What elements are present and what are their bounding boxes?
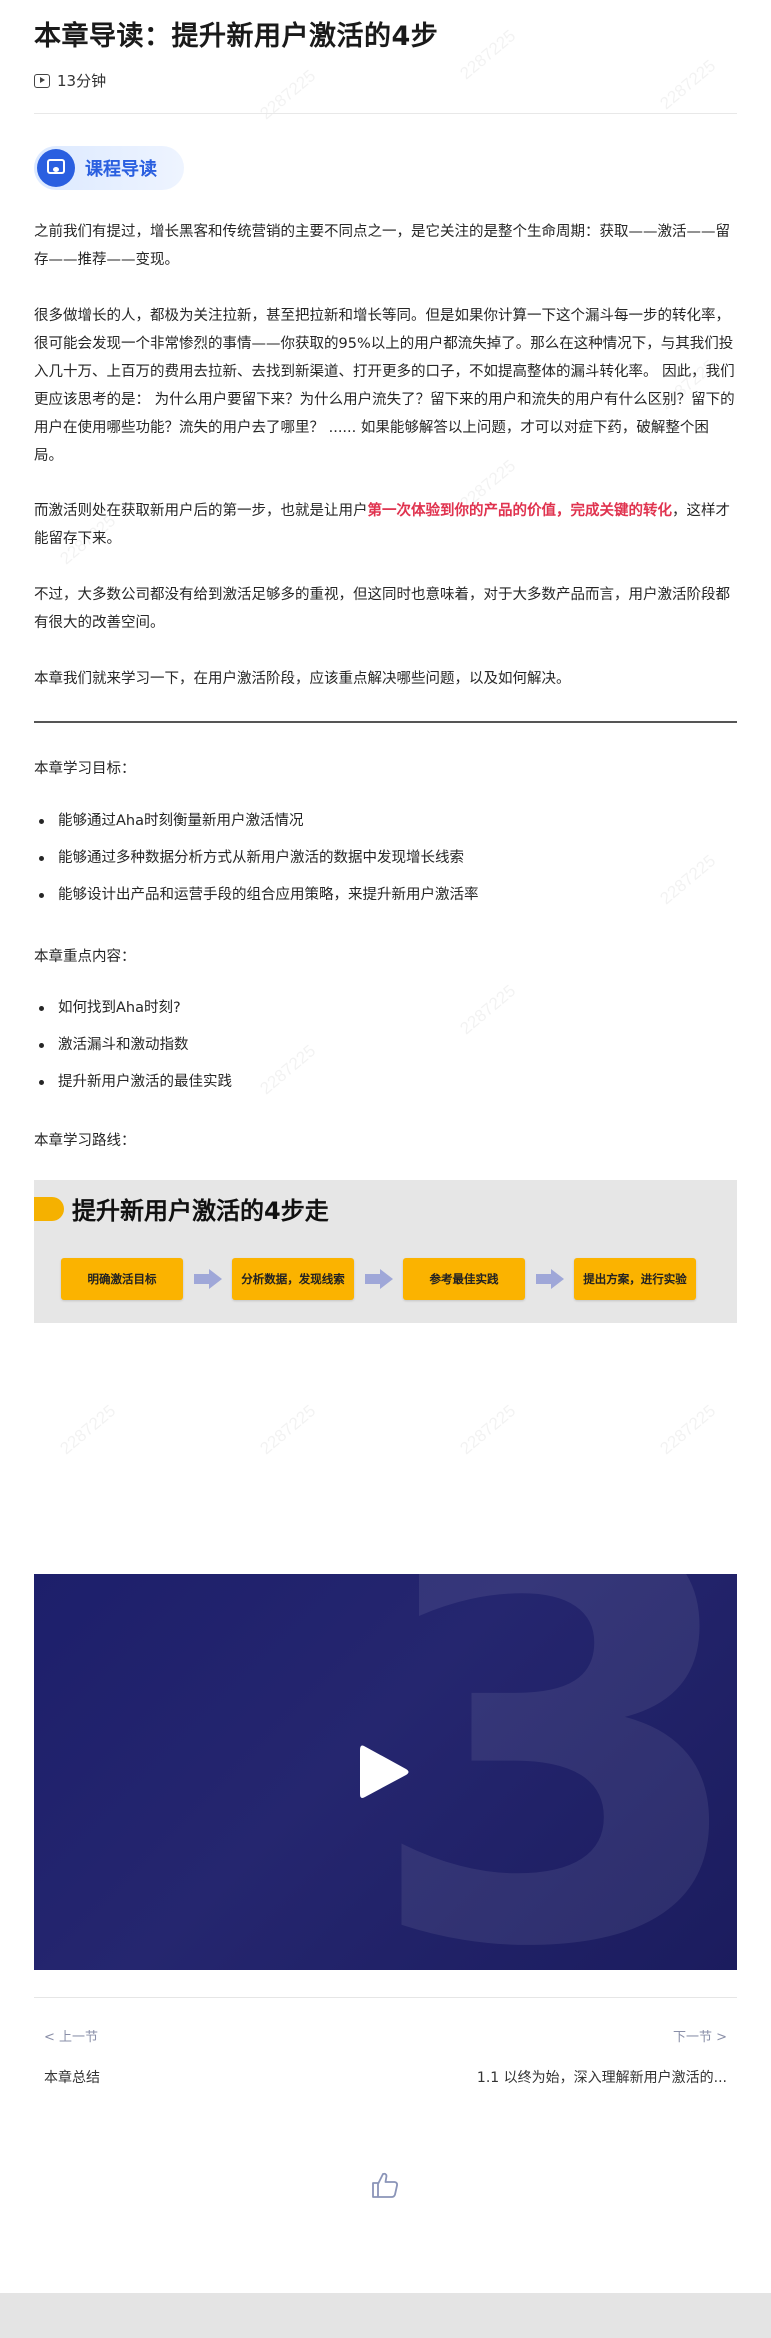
intro-paragraph-2: 很多做增长的人，都极为关注拉新，甚至把拉新和增长等同。但是如果你计算一下这个漏斗…: [34, 308, 735, 464]
watermark: 2287225: [56, 1401, 120, 1459]
goals-list: 能够通过Aha时刻衡量新用户激活情况 能够通过多种数据分析方式从新用户激活的数据…: [34, 803, 479, 914]
lesson-page: 2287225 2287225 2287225 2287225 2287225 …: [0, 0, 771, 2338]
intro-paragraph-3: 而激活则处在获取新用户后的第一步，也就是让用户第一次体验到你的产品的价值，完成关…: [34, 497, 736, 553]
learning-route-diagram: 提升新用户激活的4步走 明确激活目标 分析数据，发现线索 参考最佳实践 提出方案…: [34, 1180, 737, 1323]
list-item: 能够设计出产品和运营手段的组合应用策略，来提升新用户激活率: [34, 877, 479, 914]
list-item: 能够通过多种数据分析方式从新用户激活的数据中发现增长线索: [34, 840, 479, 877]
list-item: 激活漏斗和激动指数: [34, 1027, 232, 1064]
keypoints-heading: 本章重点内容：: [34, 949, 136, 965]
intro-paragraph-4: 不过，大多数公司都没有给到激活足够多的重视，但这同时也意味着，对于大多数产品而言…: [34, 587, 730, 631]
course-guide-label: 课程导读: [85, 159, 157, 180]
duration-row: 13分钟: [34, 70, 106, 91]
divider: [34, 113, 737, 114]
course-guide-icon: [37, 149, 75, 187]
arrow-right-icon: [365, 1269, 393, 1289]
duration-text: 13分钟: [57, 72, 107, 90]
prev-section-title[interactable]: 本章总结: [44, 2067, 100, 2087]
title-tag-shape: [34, 1197, 64, 1221]
watermark: 2287225: [656, 851, 720, 909]
route-title: 提升新用户激活的4步走: [72, 1197, 329, 1225]
arrow-right-icon: [194, 1269, 222, 1289]
next-section-link[interactable]: 下一节 >: [673, 2026, 727, 2045]
highlight-text: 第一次体验到你的产品的价值，完成关键的转化: [367, 503, 673, 519]
video-play-icon: [34, 73, 50, 88]
list-item: 如何找到Aha时刻?: [34, 990, 232, 1027]
watermark: 2287225: [256, 1041, 320, 1099]
watermark: 2287225: [656, 1401, 720, 1459]
watermark: 2287225: [456, 26, 520, 84]
keypoints-list: 如何找到Aha时刻? 激活漏斗和激动指数 提升新用户激活的最佳实践: [34, 990, 232, 1101]
play-icon[interactable]: [356, 1742, 412, 1802]
list-item: 提升新用户激活的最佳实践: [34, 1064, 232, 1101]
video-player[interactable]: 3: [34, 1574, 737, 1970]
watermark: 2287225: [656, 56, 720, 114]
thumbs-up-icon[interactable]: [370, 2170, 400, 2200]
prev-section-link[interactable]: < 上一节: [44, 2026, 98, 2045]
paragraph-text: 而激活则处在获取新用户后的第一步，也就是让用户: [34, 503, 368, 519]
divider: [34, 1997, 737, 1998]
page-title: 本章导读：提升新用户激活的4步: [34, 21, 439, 52]
route-heading: 本章学习路线：: [34, 1133, 136, 1149]
arrow-right-icon: [536, 1269, 564, 1289]
course-guide-badge: 课程导读: [34, 146, 184, 190]
goals-heading: 本章学习目标：: [34, 761, 136, 777]
watermark: 2287225: [456, 1401, 520, 1459]
watermark: 2287225: [256, 66, 320, 124]
video-background-numeral: 3: [364, 1574, 737, 1970]
intro-paragraph-5: 本章我们就来学习一下，在用户激活阶段，应该重点解决哪些问题，以及如何解决。: [34, 671, 571, 687]
route-step-2: 分析数据，发现线索: [232, 1258, 354, 1300]
next-section-title[interactable]: 1.1 以终为始，深入理解新用户激活的...: [427, 2067, 727, 2087]
footer-bar: [0, 2293, 771, 2338]
route-step-4: 提出方案，进行实验: [574, 1258, 696, 1300]
list-item: 能够通过Aha时刻衡量新用户激活情况: [34, 803, 479, 840]
watermark: 2287225: [256, 1401, 320, 1459]
watermark: 2287225: [456, 981, 520, 1039]
route-step-3: 参考最佳实践: [403, 1258, 525, 1300]
intro-paragraph-1: 之前我们有提过，增长黑客和传统营销的主要不同点之一，是它关注的是整个生命周期：获…: [34, 224, 730, 268]
section-divider: [34, 721, 737, 723]
route-step-1: 明确激活目标: [61, 1258, 183, 1300]
